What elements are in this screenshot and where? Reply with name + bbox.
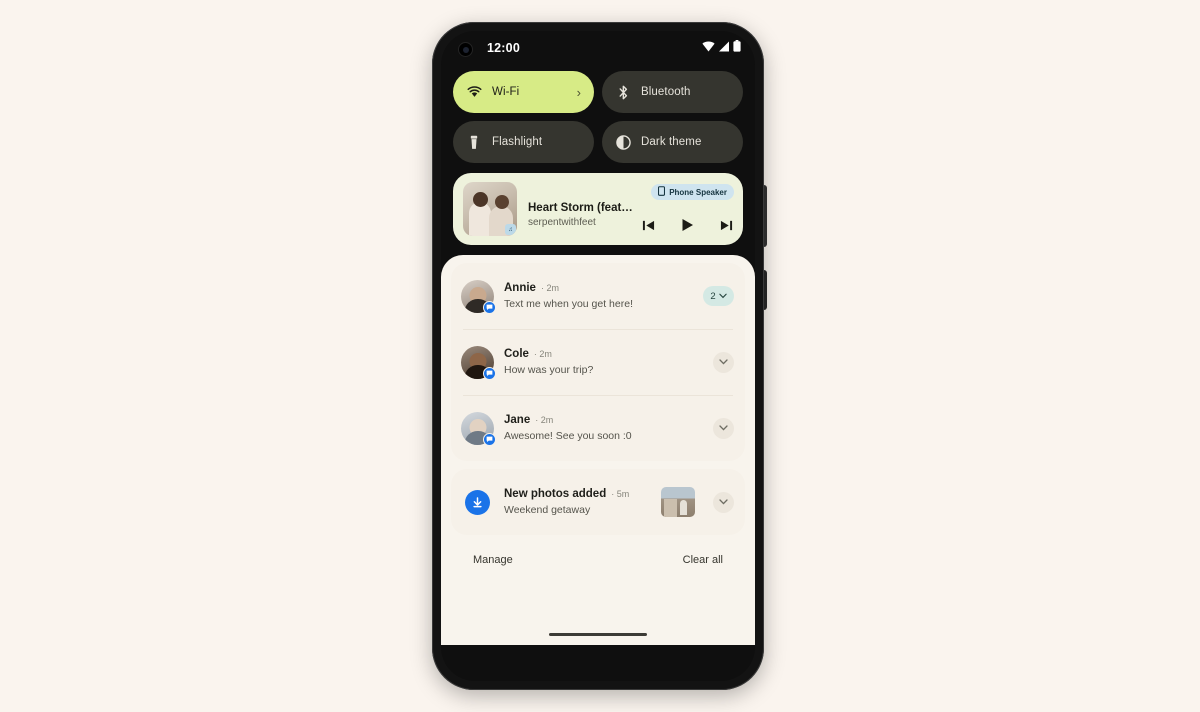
shade-action-bar: Manage Clear all xyxy=(451,535,745,571)
media-player-card[interactable]: ♫ Heart Storm (feat… serpentwithfeet Pho… xyxy=(453,173,743,245)
skip-previous-icon[interactable] xyxy=(642,219,655,232)
notification-time: · 2m xyxy=(535,415,554,425)
status-bar-clock: 12:00 xyxy=(487,41,520,55)
notification-cole[interactable]: Cole · 2m How was your trip? xyxy=(451,329,745,395)
phone-speaker-icon xyxy=(658,186,666,198)
media-output-chip[interactable]: Phone Speaker xyxy=(651,184,734,200)
qs-tile-label: Flashlight xyxy=(492,136,543,148)
notification-count-badge[interactable]: 2 xyxy=(703,286,734,306)
phone-screen: 12:00 Wi-Fi › Bluetooth Flashlight Dark … xyxy=(441,31,755,681)
notification-message: Awesome! See you soon :0 xyxy=(504,430,632,442)
qs-tile-label: Dark theme xyxy=(641,136,702,148)
notification-group-photos: New photos added · 5m Weekend getaway xyxy=(451,469,745,535)
cellular-signal-icon xyxy=(718,39,730,57)
notification-message: Weekend getaway xyxy=(504,504,591,516)
messages-icon xyxy=(483,300,496,314)
media-title: Heart Storm (feat… xyxy=(528,201,633,214)
flashlight-icon xyxy=(466,135,482,150)
quick-settings-grid: Wi-Fi › Bluetooth Flashlight Dark theme xyxy=(441,65,755,163)
skip-next-icon[interactable] xyxy=(720,219,733,232)
notification-body: Jane · 2m Awesome! See you soon :0 xyxy=(504,414,703,442)
manage-button[interactable]: Manage xyxy=(465,549,521,571)
notification-time: · 5m xyxy=(611,489,630,499)
chevron-right-icon[interactable]: › xyxy=(577,85,581,100)
notification-sender: Jane xyxy=(504,414,531,426)
chevron-down-icon[interactable] xyxy=(713,351,734,373)
avatar xyxy=(461,345,496,380)
media-output-label: Phone Speaker xyxy=(669,187,727,197)
media-controls xyxy=(642,218,733,232)
notification-new-photos[interactable]: New photos added · 5m Weekend getaway xyxy=(451,469,745,535)
chevron-down-icon[interactable] xyxy=(713,417,734,439)
notification-message: How was your trip? xyxy=(504,364,594,376)
notification-body: New photos added · 5m Weekend getaway xyxy=(504,488,651,516)
notification-sender: Annie xyxy=(504,282,536,294)
chevron-down-icon[interactable] xyxy=(713,491,734,513)
gesture-navigation-bar[interactable] xyxy=(549,633,647,636)
status-bar-icons xyxy=(702,39,741,57)
bluetooth-icon xyxy=(615,85,631,100)
qs-tile-dark-theme[interactable]: Dark theme xyxy=(602,121,743,163)
qs-tile-flashlight[interactable]: Flashlight xyxy=(453,121,594,163)
qs-tile-wifi[interactable]: Wi-Fi › xyxy=(453,71,594,113)
avatar xyxy=(461,279,496,314)
album-art: ♫ xyxy=(463,182,517,236)
weekend-getaway-thumbnail[interactable] xyxy=(661,487,695,517)
notification-body: Annie · 2m Text me when you get here! xyxy=(504,282,693,310)
notification-annie[interactable]: Annie · 2m Text me when you get here! 2 xyxy=(451,263,745,329)
qs-tile-bluetooth[interactable]: Bluetooth xyxy=(602,71,743,113)
notification-shade: Annie · 2m Text me when you get here! 2 xyxy=(441,255,755,645)
qs-tile-label: Bluetooth xyxy=(641,86,691,98)
battery-icon xyxy=(733,39,741,57)
chevron-down-icon xyxy=(718,291,727,302)
media-app-badge-icon: ♫ xyxy=(505,224,516,235)
messages-icon xyxy=(483,432,496,446)
wifi-icon xyxy=(466,86,482,98)
messages-icon xyxy=(483,366,496,380)
power-button[interactable] xyxy=(763,185,767,247)
wifi-icon xyxy=(702,39,715,57)
avatar xyxy=(461,411,496,446)
notification-time: · 2m xyxy=(533,349,552,359)
status-bar: 12:00 xyxy=(441,31,755,65)
notification-body: Cole · 2m How was your trip? xyxy=(504,348,703,376)
volume-button[interactable] xyxy=(763,270,767,310)
notification-group-messages: Annie · 2m Text me when you get here! 2 xyxy=(451,263,745,461)
notification-sender: Cole xyxy=(504,348,529,360)
notification-jane[interactable]: Jane · 2m Awesome! See you soon :0 xyxy=(451,395,745,461)
play-icon[interactable] xyxy=(681,218,694,232)
notification-title: New photos added xyxy=(504,488,607,500)
front-camera-punch-hole xyxy=(458,42,473,57)
qs-tile-label: Wi-Fi xyxy=(492,86,520,98)
dark-theme-icon xyxy=(615,134,631,150)
notification-time: · 2m xyxy=(540,283,559,293)
photos-backup-icon xyxy=(465,489,490,515)
notification-count: 2 xyxy=(710,290,716,302)
notification-message: Text me when you get here! xyxy=(504,298,633,310)
phone-device-frame: 12:00 Wi-Fi › Bluetooth Flashlight Dark … xyxy=(432,22,767,690)
clear-all-button[interactable]: Clear all xyxy=(675,549,731,571)
